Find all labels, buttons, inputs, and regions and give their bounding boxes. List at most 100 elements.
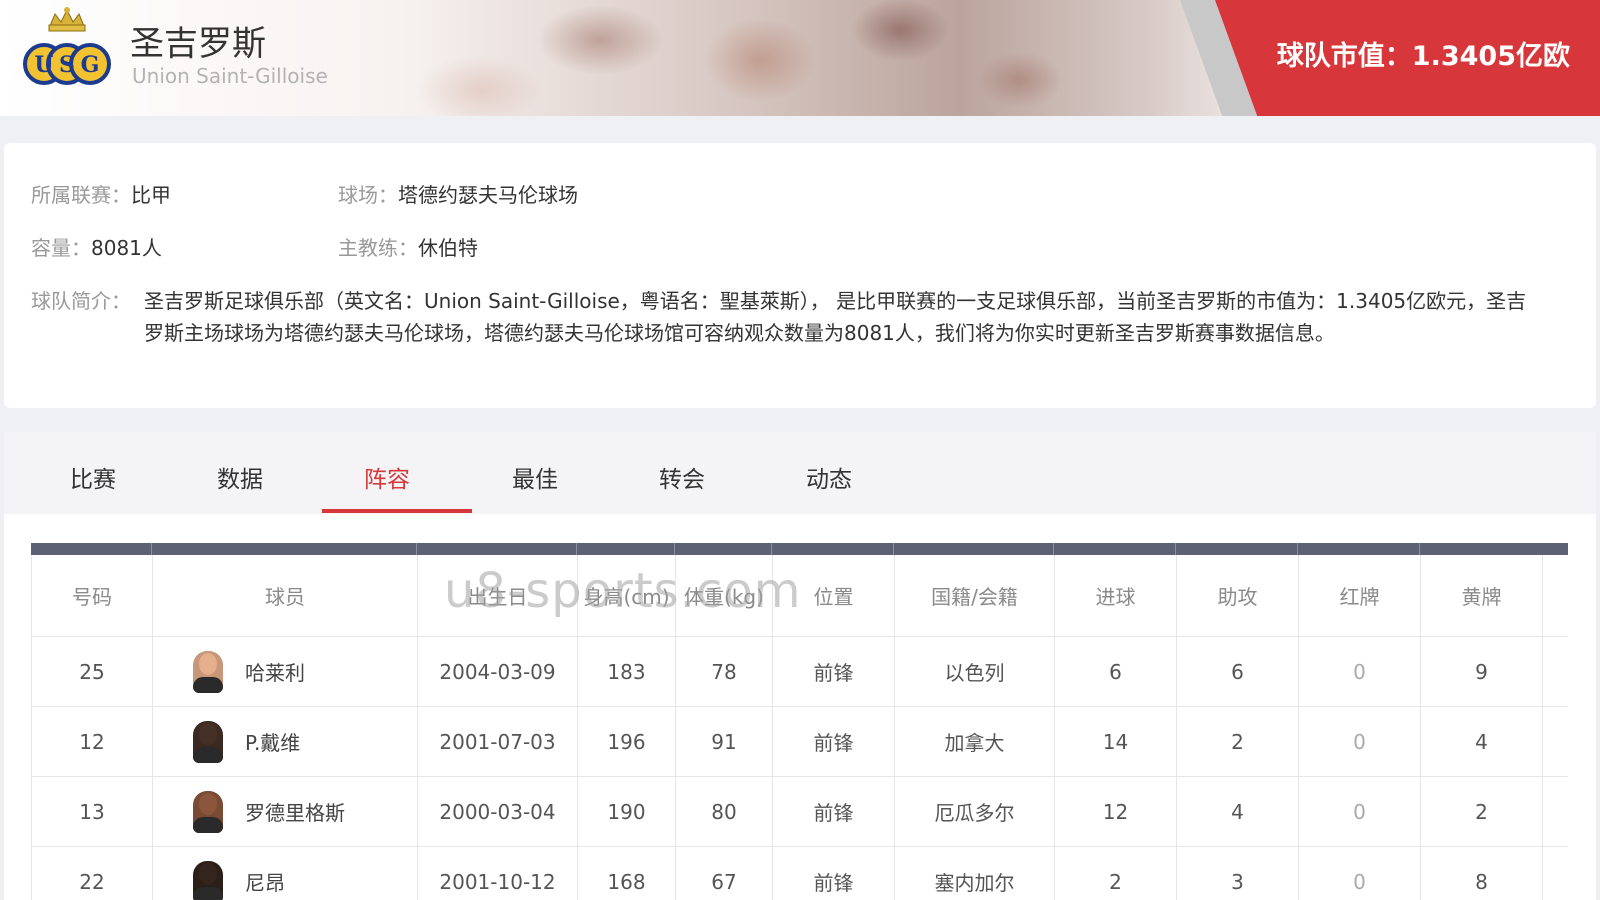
header-goals[interactable]: 进球 bbox=[1055, 555, 1177, 636]
cell-goals: 6 bbox=[1055, 637, 1177, 706]
header-birth[interactable]: 出生日 bbox=[418, 555, 578, 636]
team-info-card: 所属联赛：比甲 球场：塔德约瑟夫马伦球场 容量：8081人 主教练：休伯特 球队… bbox=[4, 143, 1596, 408]
cell-assists: 2 bbox=[1177, 707, 1299, 776]
cell-nationality: 厄瓜多尔 bbox=[895, 777, 1055, 846]
header-height[interactable]: 身高(cm) bbox=[578, 555, 676, 636]
cell-player[interactable]: 罗德里格斯 bbox=[153, 777, 418, 846]
cell-birth: 2001-10-12 bbox=[418, 847, 578, 900]
league-info: 所属联赛：比甲 bbox=[31, 179, 171, 208]
table-top-bar bbox=[31, 543, 1568, 555]
intro-label: 球队简介： bbox=[31, 289, 131, 313]
tab-best[interactable]: 最佳 bbox=[512, 460, 558, 494]
cell-number: 13 bbox=[32, 777, 153, 846]
stadium-value: 塔德约瑟夫马伦球场 bbox=[398, 183, 578, 207]
league-value: 比甲 bbox=[131, 183, 171, 207]
player-name[interactable]: P.戴维 bbox=[245, 727, 300, 756]
team-logo-icon: U S G bbox=[23, 7, 111, 85]
cell-player[interactable]: 哈莱利 bbox=[153, 637, 418, 706]
logo-letter-u: U bbox=[34, 52, 53, 78]
cell-yellow-cards: 9 bbox=[1421, 637, 1543, 706]
cell-goals: 14 bbox=[1055, 707, 1177, 776]
cell-red-cards: 0 bbox=[1299, 847, 1421, 900]
header-position[interactable]: 位置 bbox=[773, 555, 895, 636]
league-label: 所属联赛： bbox=[31, 183, 131, 207]
cell-goals: 2 bbox=[1055, 847, 1177, 900]
table-header-row: 号码 球员 出生日 身高(cm) 体重(kg) 位置 国籍/会籍 进球 助攻 红… bbox=[31, 555, 1568, 637]
stadium-label: 球场： bbox=[338, 183, 398, 207]
cell-nationality: 以色列 bbox=[895, 637, 1055, 706]
player-avatar[interactable] bbox=[193, 720, 223, 763]
coach-label: 主教练： bbox=[338, 236, 418, 260]
cell-yellow-cards: 2 bbox=[1421, 777, 1543, 846]
player-name[interactable]: 哈莱利 bbox=[245, 657, 305, 686]
header-yellow-cards[interactable]: 黄牌 bbox=[1421, 555, 1543, 636]
header-number[interactable]: 号码 bbox=[32, 555, 153, 636]
cell-birth: 2004-03-09 bbox=[418, 637, 578, 706]
capacity-label: 容量： bbox=[31, 236, 91, 260]
player-name[interactable]: 罗德里格斯 bbox=[245, 797, 345, 826]
logo-letter-g: G bbox=[81, 52, 100, 78]
team-name-en: Union Saint-Gilloise bbox=[132, 64, 328, 88]
cell-red-cards: 0 bbox=[1299, 707, 1421, 776]
player-avatar[interactable] bbox=[193, 860, 223, 900]
player-avatar[interactable] bbox=[193, 790, 223, 833]
cell-position: 前锋 bbox=[773, 847, 895, 900]
tab-bar: 比赛 数据 阵容 最佳 转会 动态 bbox=[4, 432, 1596, 514]
player-avatar[interactable] bbox=[193, 650, 223, 693]
capacity-info: 容量：8081人 bbox=[31, 232, 162, 261]
table-row[interactable]: 12 P.戴维 2001-07-03 196 91 前锋 加拿大 14 2 0 … bbox=[31, 707, 1568, 777]
cell-assists: 6 bbox=[1177, 637, 1299, 706]
header-weight[interactable]: 体重(kg) bbox=[676, 555, 773, 636]
cell-birth: 2000-03-04 bbox=[418, 777, 578, 846]
cell-weight: 78 bbox=[676, 637, 773, 706]
coach-info: 主教练：休伯特 bbox=[338, 232, 478, 261]
table-row[interactable]: 13 罗德里格斯 2000-03-04 190 80 前锋 厄瓜多尔 12 4 … bbox=[31, 777, 1568, 847]
cell-birth: 2001-07-03 bbox=[418, 707, 578, 776]
stadium-info: 球场：塔德约瑟夫马伦球场 bbox=[338, 179, 578, 208]
tab-roster[interactable]: 阵容 bbox=[364, 460, 410, 494]
tab-stats[interactable]: 数据 bbox=[217, 460, 263, 494]
roster-table: 号码 球员 出生日 身高(cm) 体重(kg) 位置 国籍/会籍 进球 助攻 红… bbox=[31, 543, 1568, 900]
cell-number: 12 bbox=[32, 707, 153, 776]
intro-text: 圣吉罗斯足球俱乐部（英文名：Union Saint-Gilloise，粤语名：聖… bbox=[144, 289, 1527, 345]
cell-number: 25 bbox=[32, 637, 153, 706]
coach-value: 休伯特 bbox=[418, 236, 478, 260]
header-nationality[interactable]: 国籍/会籍 bbox=[895, 555, 1055, 636]
tab-transfers[interactable]: 转会 bbox=[659, 460, 705, 494]
header-player[interactable]: 球员 bbox=[153, 555, 418, 636]
cell-height: 190 bbox=[578, 777, 676, 846]
cell-position: 前锋 bbox=[773, 707, 895, 776]
capacity-value: 8081人 bbox=[91, 236, 162, 260]
player-name[interactable]: 尼昂 bbox=[245, 867, 285, 896]
cell-goals: 12 bbox=[1055, 777, 1177, 846]
cell-height: 196 bbox=[578, 707, 676, 776]
table-row[interactable]: 25 哈莱利 2004-03-09 183 78 前锋 以色列 6 6 0 9 bbox=[31, 637, 1568, 707]
header-assists[interactable]: 助攻 bbox=[1177, 555, 1299, 636]
cell-weight: 80 bbox=[676, 777, 773, 846]
cell-yellow-cards: 8 bbox=[1421, 847, 1543, 900]
tab-matches[interactable]: 比赛 bbox=[70, 460, 116, 494]
cell-position: 前锋 bbox=[773, 777, 895, 846]
cell-assists: 3 bbox=[1177, 847, 1299, 900]
cell-yellow-cards: 4 bbox=[1421, 707, 1543, 776]
cell-number: 22 bbox=[32, 847, 153, 900]
cell-weight: 67 bbox=[676, 847, 773, 900]
logo-letter-s: S bbox=[59, 52, 75, 78]
cell-assists: 4 bbox=[1177, 777, 1299, 846]
team-name-cn: 圣吉罗斯 bbox=[130, 24, 266, 64]
team-header: 球队市值：1.3405亿欧 U S G 圣吉罗斯 Union Saint-Gil… bbox=[0, 0, 1600, 116]
cell-player[interactable]: P.戴维 bbox=[153, 707, 418, 776]
cell-nationality: 加拿大 bbox=[895, 707, 1055, 776]
cell-weight: 91 bbox=[676, 707, 773, 776]
cell-height: 183 bbox=[578, 637, 676, 706]
cell-red-cards: 0 bbox=[1299, 637, 1421, 706]
cell-position: 前锋 bbox=[773, 637, 895, 706]
tab-news[interactable]: 动态 bbox=[806, 460, 852, 494]
cell-player[interactable]: 尼昂 bbox=[153, 847, 418, 900]
header-red-cards[interactable]: 红牌 bbox=[1299, 555, 1421, 636]
table-row[interactable]: 22 尼昂 2001-10-12 168 67 前锋 塞内加尔 2 3 0 8 bbox=[31, 847, 1568, 900]
active-tab-indicator bbox=[322, 509, 472, 513]
cell-nationality: 塞内加尔 bbox=[895, 847, 1055, 900]
market-value: 球队市值：1.3405亿欧 bbox=[1276, 41, 1570, 72]
cell-height: 168 bbox=[578, 847, 676, 900]
